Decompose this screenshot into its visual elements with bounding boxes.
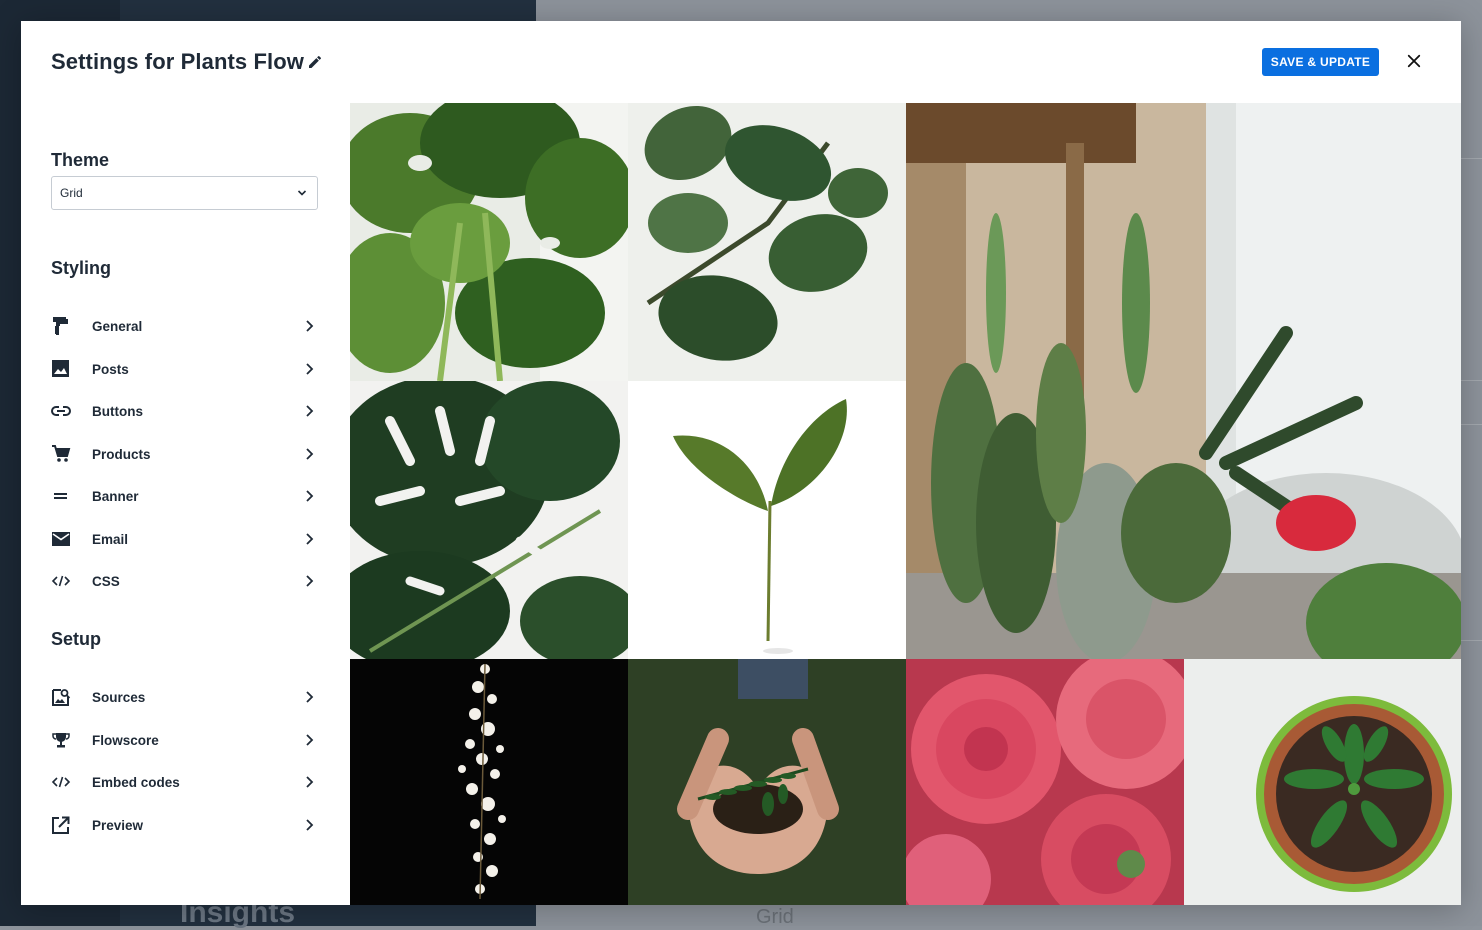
chevron-right-icon — [306, 533, 314, 545]
cart-icon — [52, 445, 71, 462]
chevron-right-icon — [306, 734, 314, 746]
code-icon — [51, 776, 71, 788]
chevron-right-icon — [306, 405, 314, 417]
grid-image-potted-seedling-top-view[interactable] — [1184, 659, 1461, 905]
menu-item-label: Email — [92, 532, 129, 547]
setup-heading: Setup — [51, 629, 102, 649]
open-external-icon — [52, 816, 70, 834]
grid-image-hands-holding-soil-and-fern[interactable] — [628, 659, 906, 905]
menu-item-css[interactable]: CSS — [51, 566, 316, 596]
menu-item-label: CSS — [92, 574, 120, 589]
menu-item-posts[interactable]: Posts — [51, 354, 316, 384]
settings-modal: Settings for Plants Flow SAVE & UPDATE T… — [21, 21, 1461, 905]
menu-item-general[interactable]: General — [51, 311, 316, 341]
menu-item-label: Preview — [92, 818, 144, 833]
menu-item-buttons[interactable]: Buttons — [51, 396, 316, 426]
grid-image-monstera-leaf-closeup[interactable] — [350, 381, 628, 659]
theme-select-value: Grid — [60, 186, 83, 200]
menu-item-email[interactable]: Email — [51, 524, 316, 554]
grid-image-single-sprout[interactable] — [628, 381, 906, 659]
menu-item-label: Buttons — [92, 404, 143, 419]
chevron-down-icon — [297, 190, 307, 196]
chevron-right-icon — [306, 363, 314, 375]
grid-image-white-blossoms-on-black[interactable] — [350, 659, 628, 905]
menu-item-label: Flowscore — [92, 733, 159, 748]
menu-item-banner[interactable]: Banner — [51, 481, 316, 511]
pencil-icon[interactable] — [307, 54, 323, 70]
theme-heading: Theme — [51, 150, 110, 170]
mail-icon — [52, 532, 70, 546]
settings-sidebar: Theme Grid Styling General Posts Buttons… — [21, 103, 350, 905]
menu-item-sources[interactable]: Sources — [51, 682, 316, 712]
save-and-update-button[interactable]: SAVE & UPDATE — [1262, 48, 1379, 76]
styling-heading: Styling — [51, 258, 112, 278]
chevron-right-icon — [306, 776, 314, 788]
menu-item-flowscore[interactable]: Flowscore — [51, 725, 316, 755]
menu-item-preview[interactable]: Preview — [51, 810, 316, 840]
image-search-icon — [52, 689, 71, 706]
menu-item-label: Embed codes — [92, 775, 180, 790]
menu-item-products[interactable]: Products — [51, 439, 316, 469]
menu-item-label: Banner — [92, 489, 139, 504]
preview-image-grid — [350, 103, 1461, 905]
background-divider — [1460, 158, 1482, 159]
chevron-right-icon — [306, 490, 314, 502]
equals-icon — [54, 493, 67, 499]
chevron-right-icon — [306, 819, 314, 831]
paint-roller-icon — [53, 317, 68, 335]
grid-image-monstera-leaves[interactable] — [350, 103, 628, 381]
menu-item-label: Posts — [92, 362, 129, 377]
link-icon — [51, 406, 71, 416]
grid-image-pink-dahlias[interactable] — [906, 659, 1184, 905]
background-divider — [1460, 640, 1482, 641]
grid-image-cacti-by-window[interactable] — [906, 103, 1461, 659]
background-divider — [1460, 380, 1482, 381]
image-icon — [52, 360, 69, 377]
close-icon[interactable] — [1405, 52, 1423, 70]
chevron-right-icon — [306, 691, 314, 703]
grid-image-fiddle-leaf-fig[interactable] — [628, 103, 906, 381]
trophy-icon — [52, 733, 70, 748]
chevron-right-icon — [306, 575, 314, 587]
menu-item-label: Sources — [92, 690, 146, 705]
code-icon — [51, 575, 71, 587]
chevron-right-icon — [306, 320, 314, 332]
chevron-right-icon — [306, 448, 314, 460]
modal-title: Settings for Plants Flow — [51, 49, 304, 74]
background-divider — [1460, 424, 1482, 425]
theme-select[interactable]: Grid — [51, 176, 318, 210]
menu-item-label: Products — [92, 447, 151, 462]
menu-item-embed-codes[interactable]: Embed codes — [51, 767, 316, 797]
modal-header: Settings for Plants Flow SAVE & UPDATE — [21, 21, 1461, 103]
menu-item-label: General — [92, 319, 143, 334]
